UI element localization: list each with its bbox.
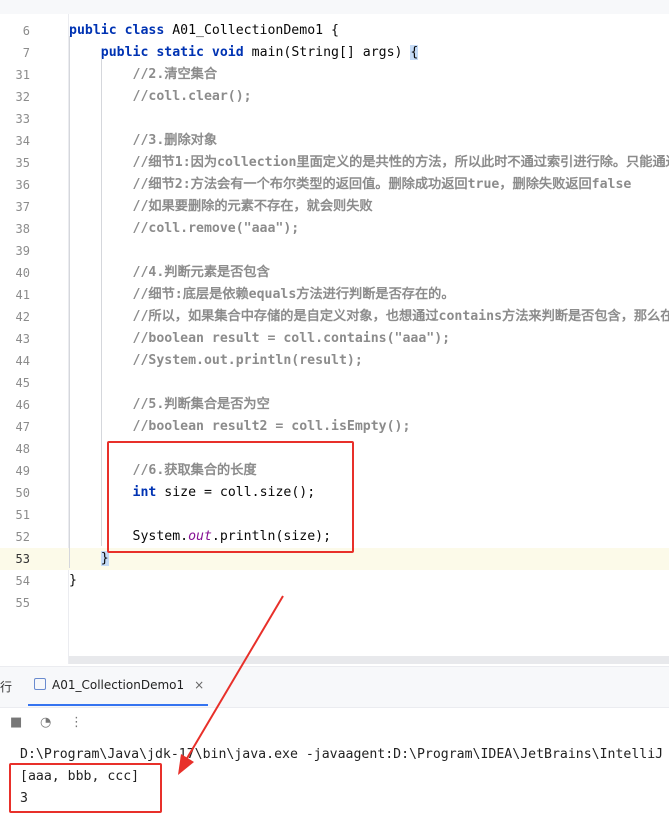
annotation-arrow xyxy=(178,595,284,775)
